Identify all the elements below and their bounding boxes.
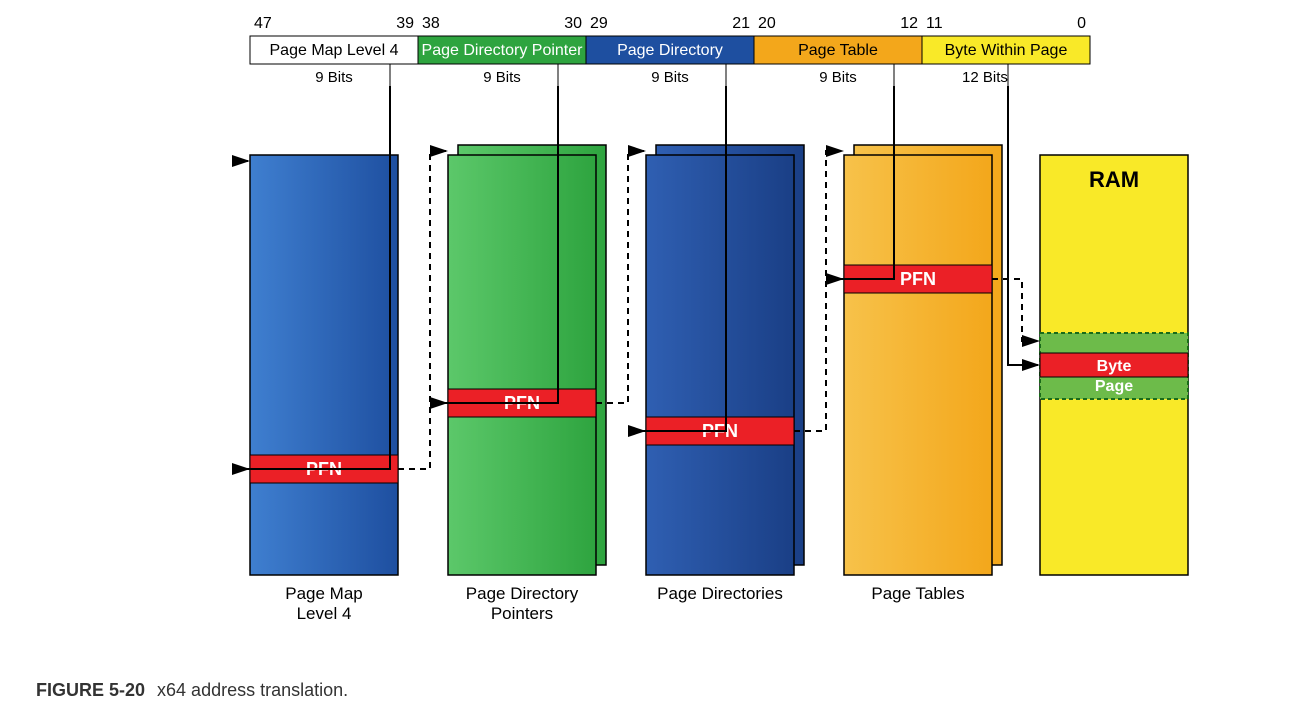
ram-byte-label: Byte [1097,358,1132,375]
bitfield-label-4: Byte Within Page [945,42,1068,59]
bitfield-hi-2: 29 [590,15,608,32]
bitfield-label-0: Page Map Level 4 [270,42,399,59]
figure-text: x64 address translation. [157,680,348,700]
bitfield-label-3: Page Table [798,42,878,59]
bitfield-lo-1: 30 [564,15,582,32]
bitfield-bits-2: 9 Bits [651,69,689,86]
table-caption-3: Page Tables [871,584,964,603]
bitfield-lo-3: 12 [900,15,918,32]
table-1 [448,155,596,575]
bitfield-lo-0: 39 [396,15,414,32]
svg-text:Level 4: Level 4 [297,604,352,623]
bitfield-hi-4: 11 [926,15,943,32]
bitfield-label-2: Page Directory [617,42,723,59]
table-caption-0: Page Map [285,584,363,603]
ram-label: RAM [1089,167,1139,192]
bitfield-bits-4: 12 Bits [962,69,1008,86]
pfn-label-3: PFN [900,269,936,289]
ram-page-label: Page [1095,378,1133,395]
bitfield-label-1: Page Directory Pointer [422,42,584,59]
bitfield-bits-3: 9 Bits [819,69,857,86]
figure-caption: FIGURE 5-20 x64 address translation. [36,680,348,701]
bitfield-bits-1: 9 Bits [483,69,521,86]
bitfield-hi-1: 38 [422,15,440,32]
bitfield-hi-0: 47 [254,15,272,32]
table-caption-2: Page Directories [657,584,783,603]
table-0 [250,155,398,575]
figure-number: FIGURE 5-20 [36,680,145,700]
svg-text:Pointers: Pointers [491,604,553,623]
table-3 [844,155,992,575]
bitfield-bits-0: 9 Bits [315,69,353,86]
bitfield-hi-3: 20 [758,15,776,32]
table-2 [646,155,794,575]
table-caption-1: Page Directory [466,584,579,603]
bitfield-lo-4: 0 [1077,15,1086,32]
bitfield-lo-2: 21 [732,15,750,32]
